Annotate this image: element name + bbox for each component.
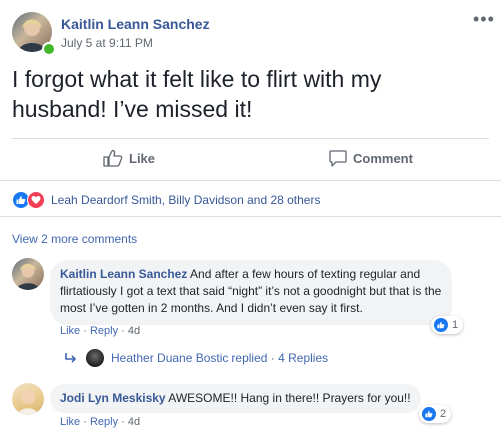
love-reaction-icon [27, 191, 45, 209]
comment-age[interactable]: 4d [128, 416, 140, 428]
post-text: I forgot what it felt like to flirt with… [12, 66, 382, 122]
comment-reply-link[interactable]: Reply [90, 416, 118, 428]
comment-author-name[interactable]: Jodi Lyn Meskisky [60, 391, 166, 405]
separator-dot: · [121, 325, 128, 337]
comment-reply-link[interactable]: Reply [90, 325, 118, 337]
separator-dot: · [121, 416, 128, 428]
reply-count: 4 Replies [278, 351, 329, 365]
reactions-summary[interactable]: Leah Deardorf Smith, Billy Davidson and … [12, 191, 320, 209]
reply-arrow-icon [65, 353, 77, 363]
comment-label: Comment [353, 150, 413, 166]
separator-dot: · [267, 351, 279, 365]
comment-reaction-badge[interactable]: 1 [431, 316, 464, 334]
avatar-image [16, 263, 40, 290]
like-label: Like [129, 150, 156, 166]
comment-bubble: Kaitlin Leann Sanchez And after a few ho… [50, 260, 452, 325]
thumbs-up-icon [103, 149, 123, 167]
divider [12, 138, 489, 139]
comment-author-avatar[interactable] [12, 383, 44, 415]
post-timestamp[interactable]: July 5 at 9:11 PM [61, 36, 153, 50]
comment-icon [329, 149, 347, 167]
comment-button[interactable]: Comment [329, 146, 413, 170]
reply-verb: replied [231, 351, 268, 365]
divider [0, 180, 501, 181]
comment-author-name[interactable]: Kaitlin Leann Sanchez [60, 267, 187, 281]
reaction-count: 2 [440, 408, 447, 420]
divider [0, 216, 501, 217]
separator-dot: · [83, 325, 90, 337]
like-reaction-icon [434, 318, 448, 332]
reactions-names[interactable]: Leah Deardorf Smith, Billy Davidson and … [51, 193, 320, 207]
reaction-count: 1 [452, 319, 459, 331]
like-reaction-icon [422, 407, 436, 421]
comment-like-link[interactable]: Like [60, 416, 80, 428]
post-author-name[interactable]: Kaitlin Leann Sanchez [61, 16, 210, 32]
comment-bubble: Jodi Lyn Meskisky AWESOME!! Hang in ther… [50, 384, 421, 413]
comment-actions: Like · Reply · 4d [60, 325, 140, 337]
comment-reaction-badge[interactable]: 2 [419, 405, 452, 423]
view-more-comments-link[interactable]: View 2 more comments [12, 232, 137, 246]
comment-actions: Like · Reply · 4d [60, 416, 140, 428]
more-dots-icon[interactable]: ••• [473, 10, 495, 28]
online-status-dot [42, 42, 56, 56]
separator-dot: · [83, 416, 90, 428]
comment-text: AWESOME!! Hang in there!! Prayers for yo… [168, 391, 411, 405]
comment-like-link[interactable]: Like [60, 325, 80, 337]
avatar-image [18, 390, 38, 415]
reply-author-name: Heather Duane Bostic [111, 351, 229, 365]
view-replies-link[interactable]: Heather Duane Bostic replied · 4 Replies [64, 349, 328, 367]
like-button[interactable]: Like [103, 146, 155, 170]
reply-author-avatar [86, 349, 104, 367]
comment-author-avatar[interactable] [12, 258, 44, 290]
comment-age[interactable]: 4d [128, 325, 140, 337]
